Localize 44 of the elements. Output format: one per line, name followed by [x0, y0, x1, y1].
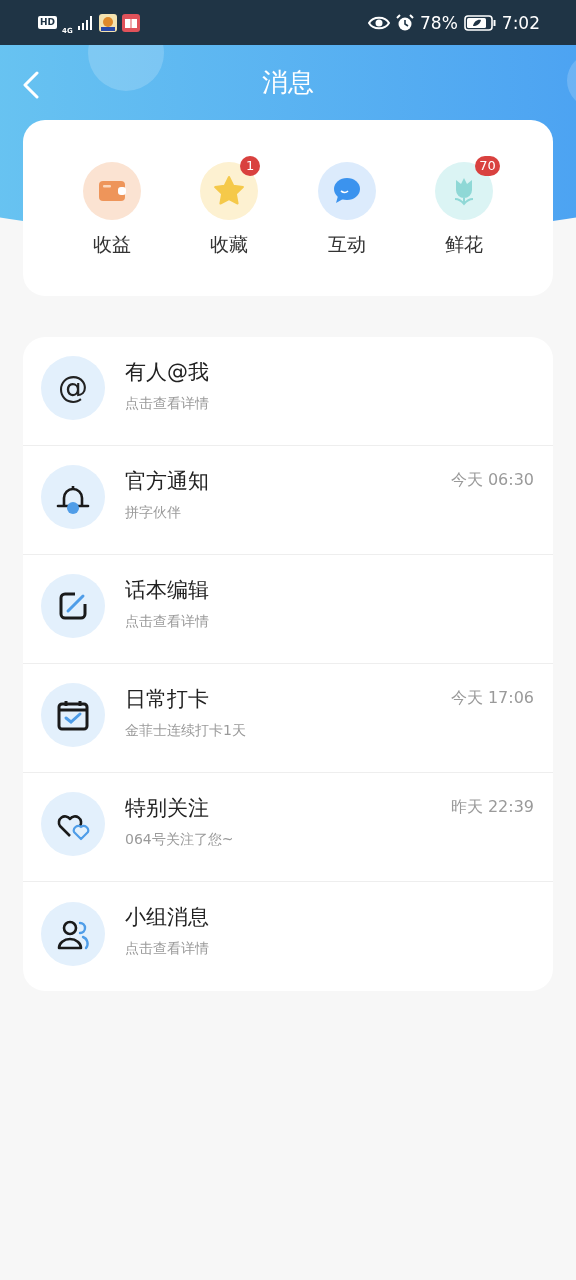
quick-action[interactable]: 互动 [288, 158, 406, 258]
app-icon [98, 13, 117, 32]
message-title: 特别关注 [125, 794, 209, 822]
at-sign-icon: @ [58, 371, 88, 405]
hd-indicator: HD [38, 16, 57, 29]
message-row[interactable]: 官方通知 今天 06:30 拼字伙伴 [23, 446, 553, 555]
message-preview: 点击查看详情 [125, 940, 210, 958]
message-title: 有人@我 [125, 358, 209, 386]
quick-action-label: 互动 [327, 232, 366, 257]
calendar-check-icon [56, 698, 90, 732]
message-title: 官方通知 [125, 467, 209, 495]
message-row[interactable]: 话本编辑 点击查看详情 [23, 555, 553, 664]
message-row[interactable]: 小组消息 点击查看详情 [23, 882, 553, 991]
message-preview: 点击查看详情 [125, 394, 210, 413]
back-icon [22, 71, 40, 99]
signal-icon [77, 15, 94, 30]
quick-action[interactable]: 70 鲜花 [405, 158, 523, 258]
quick-action[interactable]: 1 收藏 [170, 158, 288, 258]
message-preview: 拼字伙伴 [125, 503, 182, 522]
message-title: 话本编辑 [125, 576, 209, 604]
quick-action[interactable]: 收益 [53, 158, 171, 258]
clock-time: 7:02 [501, 12, 540, 33]
message-preview: 点击查看详情 [125, 612, 210, 631]
battery-icon [463, 14, 496, 31]
battery-percent: 78% [420, 12, 458, 33]
message-row[interactable]: 日常打卡 今天 17:06 金菲士连续打卡1天 [23, 664, 553, 773]
message-title: 小组消息 [125, 904, 209, 931]
alarm-icon [396, 13, 414, 32]
quick-action-label: 收益 [92, 232, 131, 257]
page-title: 消息 [262, 66, 314, 99]
message-preview: 金菲士连续打卡1天 [125, 721, 247, 740]
quick-action-label: 鲜花 [445, 232, 484, 257]
message-time: 今天 17:06 [450, 688, 534, 709]
quick-action-label: 收藏 [210, 232, 249, 257]
count-badge: 1 [240, 156, 261, 176]
message-row[interactable]: @ 有人@我 点击查看详情 [23, 337, 553, 446]
message-time: 昨天 22:39 [450, 797, 534, 818]
message-title: 日常打卡 [125, 685, 209, 713]
book-icon [121, 13, 140, 32]
message-row[interactable]: 特别关注 昨天 22:39 064号关注了您~ [23, 773, 553, 882]
count-badge: 70 [475, 156, 500, 176]
eye-icon [368, 15, 390, 30]
message-time: 今天 06:30 [450, 470, 534, 491]
message-preview: 064号关注了您~ [125, 830, 235, 849]
